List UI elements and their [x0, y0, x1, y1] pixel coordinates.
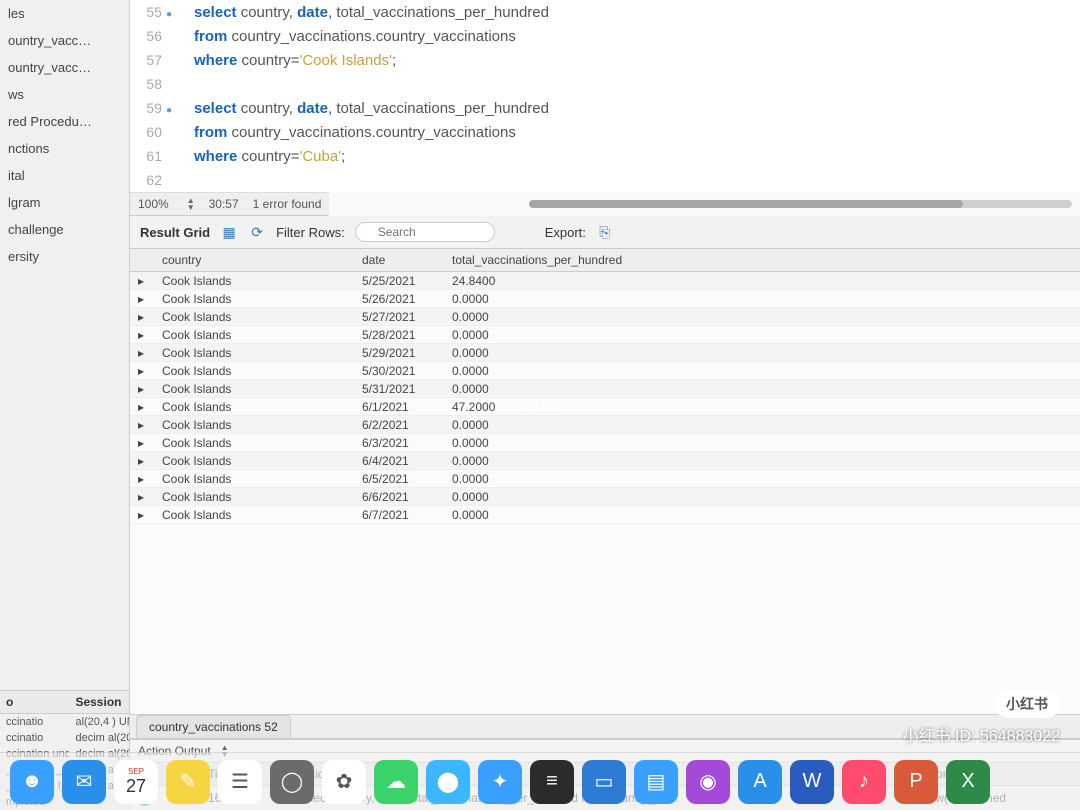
dock-powerpoint-icon[interactable]: P	[894, 760, 938, 804]
schema-header-col1: o	[0, 691, 69, 713]
dock-app3-icon[interactable]: ▤	[634, 760, 678, 804]
table-row[interactable]: ▸Cook Islands6/7/20210.0000	[130, 506, 1080, 524]
code-line[interactable]: 57where country='Cook Islands';	[130, 48, 1080, 72]
schema-header-col2: Session	[69, 691, 129, 713]
dock-safari-icon[interactable]: ✦	[478, 760, 522, 804]
sidebar-item[interactable]: ountry_vacc…	[0, 54, 129, 81]
schema-header: o Session	[0, 690, 129, 714]
col-header-total-vaccinations[interactable]: total_vaccinations_per_hundred	[444, 249, 664, 271]
error-count: 1 error found	[253, 197, 322, 211]
dock-word-icon[interactable]: W	[790, 760, 834, 804]
dock-podcasts-icon[interactable]: ◉	[686, 760, 730, 804]
dock-app2-icon[interactable]: ⬤	[426, 760, 470, 804]
filter-rows-label: Filter Rows:	[276, 225, 345, 240]
filter-rows-input[interactable]	[355, 222, 495, 242]
code-line[interactable]: 60from country_vaccinations.country_vacc…	[130, 120, 1080, 144]
code-line[interactable]: 62	[130, 168, 1080, 192]
editor-horizontal-scrollbar[interactable]	[529, 200, 1072, 208]
code-line[interactable]: 61where country='Cuba';	[130, 144, 1080, 168]
watermark-center: 小红书	[520, 396, 562, 416]
code-line[interactable]: 58	[130, 72, 1080, 96]
sidebar: lesountry_vacc…ountry_vacc…wsred Procedu…	[0, 0, 130, 810]
dock-stocks-icon[interactable]: ≡	[530, 760, 574, 804]
dock-photos-icon[interactable]: ✿	[322, 760, 366, 804]
macos-dock: ☻✉SEP27✎☰◯✿☁⬤✦≡▭▤◉AW♪PX	[0, 752, 1080, 810]
dock-keynote-icon[interactable]: ▭	[582, 760, 626, 804]
sql-editor[interactable]: 55●select country, date, total_vaccinati…	[130, 0, 1080, 192]
zoom-stepper[interactable]: ▲▼	[187, 197, 195, 211]
result-tab[interactable]: country_vaccinations 52	[136, 715, 291, 738]
watermark-badge: 小红书	[994, 690, 1060, 718]
dock-reminders-icon[interactable]: ☰	[218, 760, 262, 804]
export-icon[interactable]: ⎘	[596, 223, 614, 241]
code-line[interactable]: 56from country_vaccinations.country_vacc…	[130, 24, 1080, 48]
zoom-level: 100%	[138, 197, 169, 211]
result-grid[interactable]: country date total_vaccinations_per_hund…	[130, 249, 1080, 714]
sidebar-item[interactable]: red Procedu…	[0, 108, 129, 135]
code-line[interactable]: 55●select country, date, total_vaccinati…	[130, 0, 1080, 24]
dock-excel-icon[interactable]: X	[946, 760, 990, 804]
sidebar-item[interactable]: lgram	[0, 189, 129, 216]
dock-app1-icon[interactable]: ◯	[270, 760, 314, 804]
sidebar-item[interactable]: challenge	[0, 216, 129, 243]
refresh-icon[interactable]: ⟳	[248, 223, 266, 241]
watermark-id: 小红书 ID: 564883022	[903, 722, 1060, 746]
schema-row: ccinatiodecim al(20,4 ) UN	[0, 730, 129, 746]
schema-row: ccinatioal(20,4 ) UN	[0, 714, 129, 730]
sidebar-item[interactable]: ersity	[0, 243, 129, 270]
sidebar-item[interactable]: les	[0, 0, 129, 27]
grid-view-icon[interactable]: ▦	[220, 223, 238, 241]
col-header-date[interactable]: date	[354, 249, 444, 271]
sidebar-item[interactable]: ital	[0, 162, 129, 189]
col-header-country[interactable]: country	[154, 249, 354, 271]
editor-status-bar: 100% ▲▼ 30:57 1 error found	[130, 192, 329, 216]
code-line[interactable]: 59●select country, date, total_vaccinati…	[130, 96, 1080, 120]
dock-calendar-icon[interactable]: SEP27	[114, 760, 158, 804]
export-label: Export:	[545, 225, 586, 240]
cursor-position: 30:57	[209, 197, 239, 211]
dock-messages-icon[interactable]: ☁	[374, 760, 418, 804]
dock-notes-icon[interactable]: ✎	[166, 760, 210, 804]
sidebar-item[interactable]: ws	[0, 81, 129, 108]
result-toolbar: Result Grid ▦ ⟳ Filter Rows: 🔍 Export: ⎘	[130, 216, 1080, 249]
dock-music-icon[interactable]: ♪	[842, 760, 886, 804]
dock-mail-icon[interactable]: ✉	[62, 760, 106, 804]
dock-finder-icon[interactable]: ☻	[10, 760, 54, 804]
result-grid-label: Result Grid	[140, 225, 210, 240]
sidebar-item[interactable]: nctions	[0, 135, 129, 162]
sidebar-item[interactable]: ountry_vacc…	[0, 27, 129, 54]
dock-appstore-icon[interactable]: A	[738, 760, 782, 804]
